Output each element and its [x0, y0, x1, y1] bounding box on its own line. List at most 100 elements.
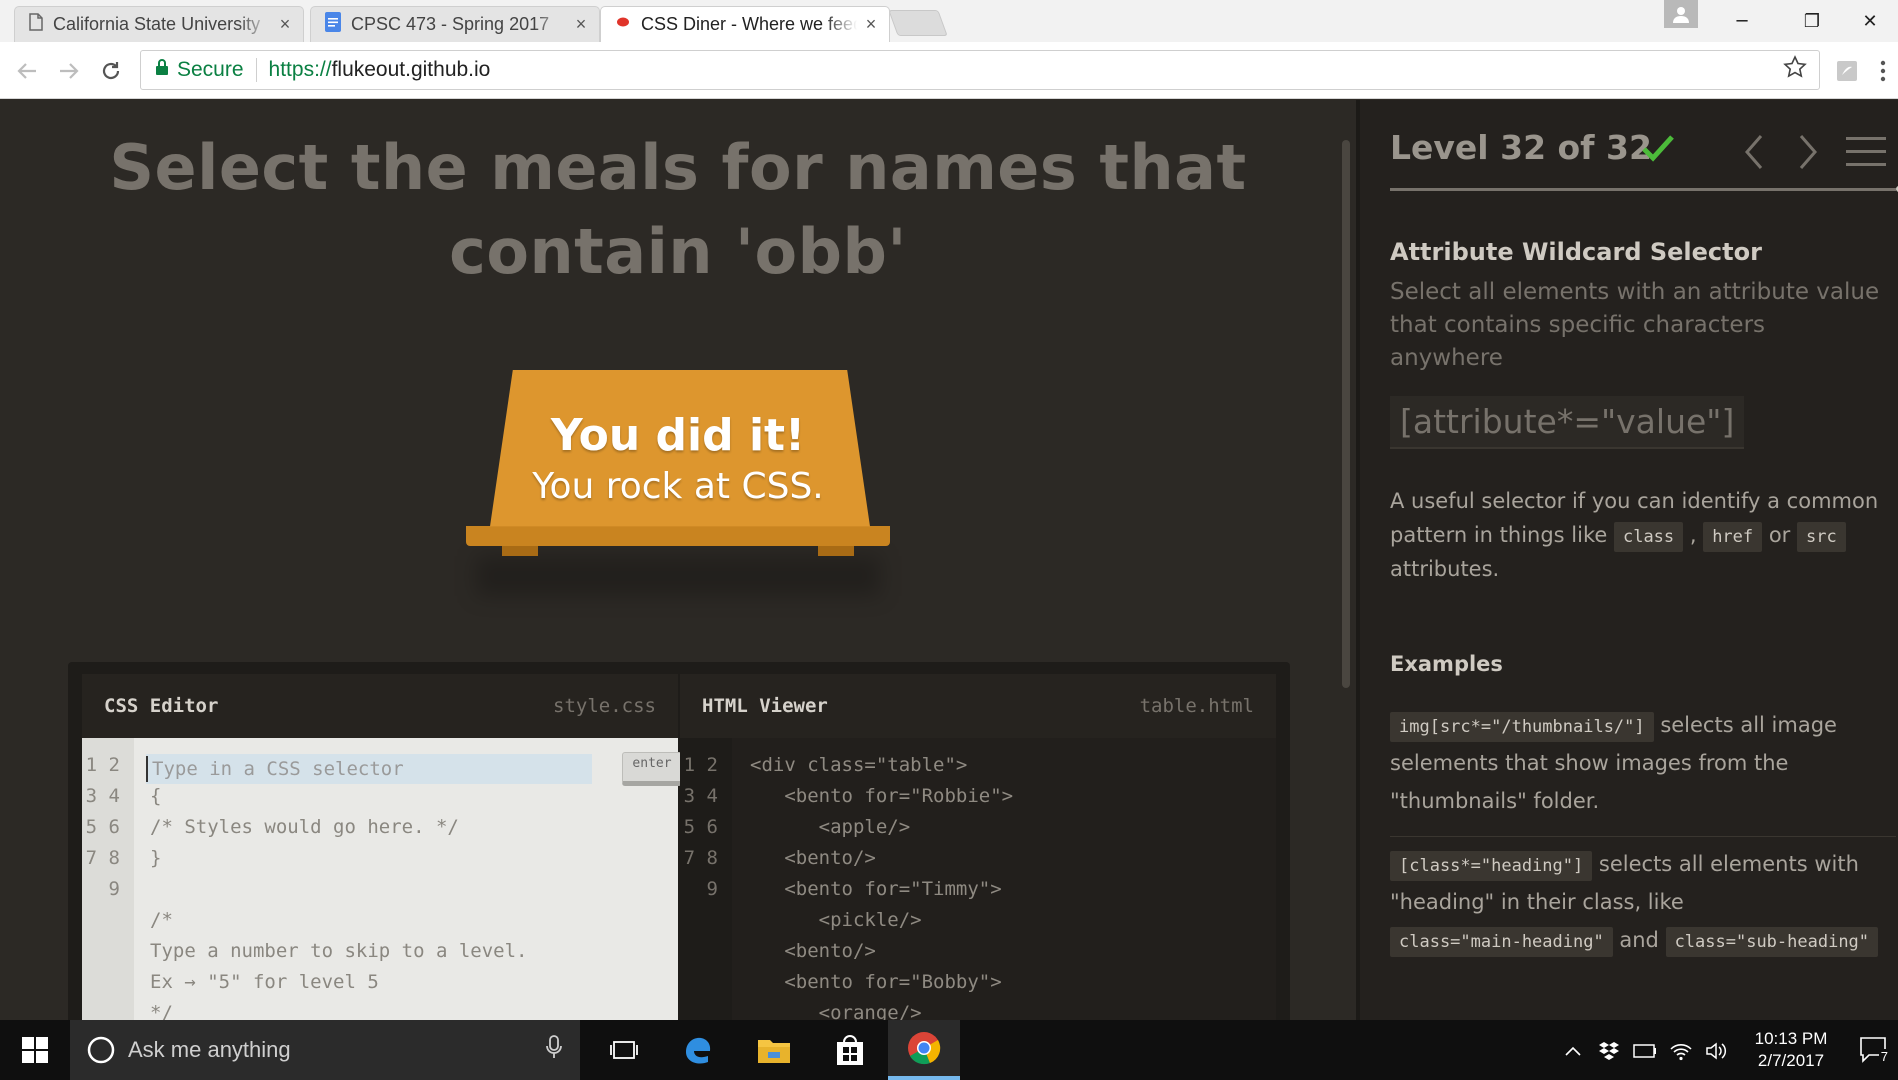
back-button[interactable]: [10, 54, 44, 88]
microphone-icon[interactable]: [546, 1035, 562, 1065]
windows-taskbar: Ask me anything 10:13 PM 2/7/2017 7: [0, 1020, 1898, 1080]
win-message: You did it! You rock at CSS.: [466, 408, 890, 510]
css-line-numbers: 1 2 3 4 5 6 7 8 9: [82, 738, 134, 1020]
win-message-subtitle: You rock at CSS.: [532, 466, 824, 507]
secure-label: Secure: [177, 58, 244, 81]
level-order-instruction: Select the meals for names that contain …: [109, 131, 1247, 288]
notification-count: 7: [1878, 1049, 1890, 1064]
level-header: Level 32 of 32: [1390, 128, 1890, 178]
chrome-menu-icon[interactable]: [1866, 54, 1898, 88]
css-editor: 1 2 3 4 5 6 7 8 9 { /* Styles would go h…: [82, 738, 682, 1020]
enter-button[interactable]: enter: [622, 752, 682, 786]
close-window-button[interactable]: ✕: [1842, 0, 1898, 42]
completed-checkmark-icon: [1640, 130, 1676, 170]
example-code: [class*="heading"]: [1390, 851, 1593, 881]
lock-icon: [155, 58, 169, 82]
html-viewer-filename: table.html: [1139, 695, 1254, 717]
hint-text-end: attributes.: [1390, 557, 1500, 581]
css-editor-title: CSS Editor: [104, 695, 219, 717]
next-level-icon[interactable]: [1790, 132, 1826, 172]
html-line-numbers: 1 2 3 4 5 6 7 8 9: [680, 738, 732, 1020]
dropbox-icon[interactable]: [1596, 1038, 1622, 1064]
person-icon: [1673, 7, 1689, 23]
example-text: and: [1612, 928, 1666, 952]
tab-close-icon[interactable]: ×: [863, 14, 879, 35]
text-cursor: [146, 756, 148, 782]
chrome-taskbar-icon[interactable]: [888, 1020, 960, 1080]
tab-label: CPSC 473 - Spring 2017: [351, 14, 550, 34]
tab-california-state[interactable]: California State University ×: [14, 6, 304, 42]
previous-level-icon[interactable]: [1736, 132, 1772, 172]
address-bar[interactable]: Secure https:// flukeout.github.io: [140, 50, 1820, 90]
search-placeholder: Ask me anything: [128, 1037, 291, 1062]
table-leg-right: [818, 546, 854, 556]
hint-separator: or: [1762, 523, 1797, 547]
css-editor-filename: style.css: [553, 695, 656, 717]
bookmark-star-icon[interactable]: [1783, 55, 1807, 85]
forward-button[interactable]: [52, 54, 86, 88]
url-scheme: https://: [268, 58, 332, 81]
url-host: flukeout.github.io: [331, 58, 491, 81]
edge-browser-icon[interactable]: [662, 1020, 734, 1080]
editor-panel: CSS Editor style.css HTML Viewer table.h…: [68, 662, 1290, 1020]
dinner-table: You did it! You rock at CSS.: [466, 370, 890, 596]
reload-icon: [102, 62, 120, 80]
table-leg-left: [502, 546, 538, 556]
table-shadow: [476, 556, 880, 596]
css-diner-page: Select the meals for names that contain …: [0, 100, 1898, 1020]
reload-button[interactable]: [94, 54, 128, 88]
battery-icon[interactable]: [1632, 1038, 1658, 1064]
tab-close-icon[interactable]: ×: [573, 14, 589, 35]
show-hidden-icons-chevron-icon[interactable]: [1560, 1038, 1586, 1064]
html-viewer-header: HTML Viewer table.html: [680, 674, 1276, 738]
level-sidebar: Level 32 of 32 Attribute Wildcard Select…: [1356, 100, 1898, 1020]
example-item: [class*="heading"] selects all elements …: [1390, 836, 1896, 959]
html-viewer: 1 2 3 4 5 6 7 8 9 <div class="table"> <b…: [680, 738, 1276, 1020]
clock-time: 10:13 PM: [1754, 1029, 1828, 1048]
code-chip-href: href: [1703, 522, 1763, 552]
task-view-icon[interactable]: [588, 1020, 660, 1080]
tab-cpsc-473[interactable]: CPSC 473 - Spring 2017 ×: [310, 6, 600, 42]
code-chip-src: src: [1796, 522, 1846, 552]
cortana-search-box[interactable]: Ask me anything: [70, 1020, 580, 1080]
pdf-extension-icon[interactable]: [1830, 54, 1864, 88]
file-explorer-icon[interactable]: [738, 1020, 810, 1080]
clock-date: 2/7/2017: [1757, 1051, 1825, 1070]
html-viewer-title: HTML Viewer: [702, 695, 828, 717]
browser-toolbar: Secure https:// flukeout.github.io: [0, 42, 1898, 99]
selector-description: Select all elements with an attribute va…: [1390, 279, 1880, 371]
page-scrollbar[interactable]: [1342, 140, 1350, 688]
example-code: class="main-heading": [1390, 927, 1613, 957]
tab-label: California State University: [53, 14, 261, 34]
level-title: Level 32 of 32: [1390, 128, 1652, 167]
tab-label: CSS Diner - Where we feed on CSS: [641, 14, 857, 34]
examples-heading: Examples: [1390, 652, 1503, 676]
system-clock[interactable]: 10:13 PM 2/7/2017: [1736, 1028, 1846, 1072]
hint-separator: ,: [1683, 523, 1704, 547]
new-tab-button[interactable]: [888, 10, 948, 36]
volume-icon[interactable]: [1704, 1038, 1730, 1064]
win-message-title: You did it!: [550, 410, 806, 461]
css-selector-input[interactable]: [146, 754, 592, 784]
action-center-icon[interactable]: 7: [1856, 1032, 1892, 1068]
tab-close-icon[interactable]: ×: [277, 14, 293, 35]
browser-tabstrip: California State University × CPSC 473 -…: [0, 0, 1898, 42]
tab-css-diner[interactable]: CSS Diner - Where we feed on CSS ×: [600, 6, 890, 42]
store-icon[interactable]: [814, 1020, 886, 1080]
omnibox-divider: [255, 58, 257, 82]
css-editor-code: { /* Styles would go here. */ } /* Type …: [150, 785, 528, 1020]
level-menu-icon[interactable]: [1844, 132, 1888, 172]
example-code: class="sub-heading": [1665, 927, 1879, 957]
css-diner-favicon: [615, 14, 631, 35]
html-viewer-code[interactable]: <div class="table"> <bento for="Robbie">…: [750, 750, 1013, 1020]
page-icon: [29, 13, 43, 36]
restore-button[interactable]: ❐: [1784, 0, 1840, 42]
example-item: img[src*="/thumbnails/"] selects all ima…: [1390, 706, 1896, 820]
forward-arrow-icon: [60, 63, 79, 79]
cortana-icon: [87, 1036, 115, 1064]
start-button[interactable]: [0, 1020, 70, 1080]
minimize-button[interactable]: ─: [1714, 0, 1770, 42]
level-progress-bar: [1390, 186, 1898, 192]
wifi-icon[interactable]: [1668, 1038, 1694, 1064]
profile-button[interactable]: [1664, 0, 1698, 28]
